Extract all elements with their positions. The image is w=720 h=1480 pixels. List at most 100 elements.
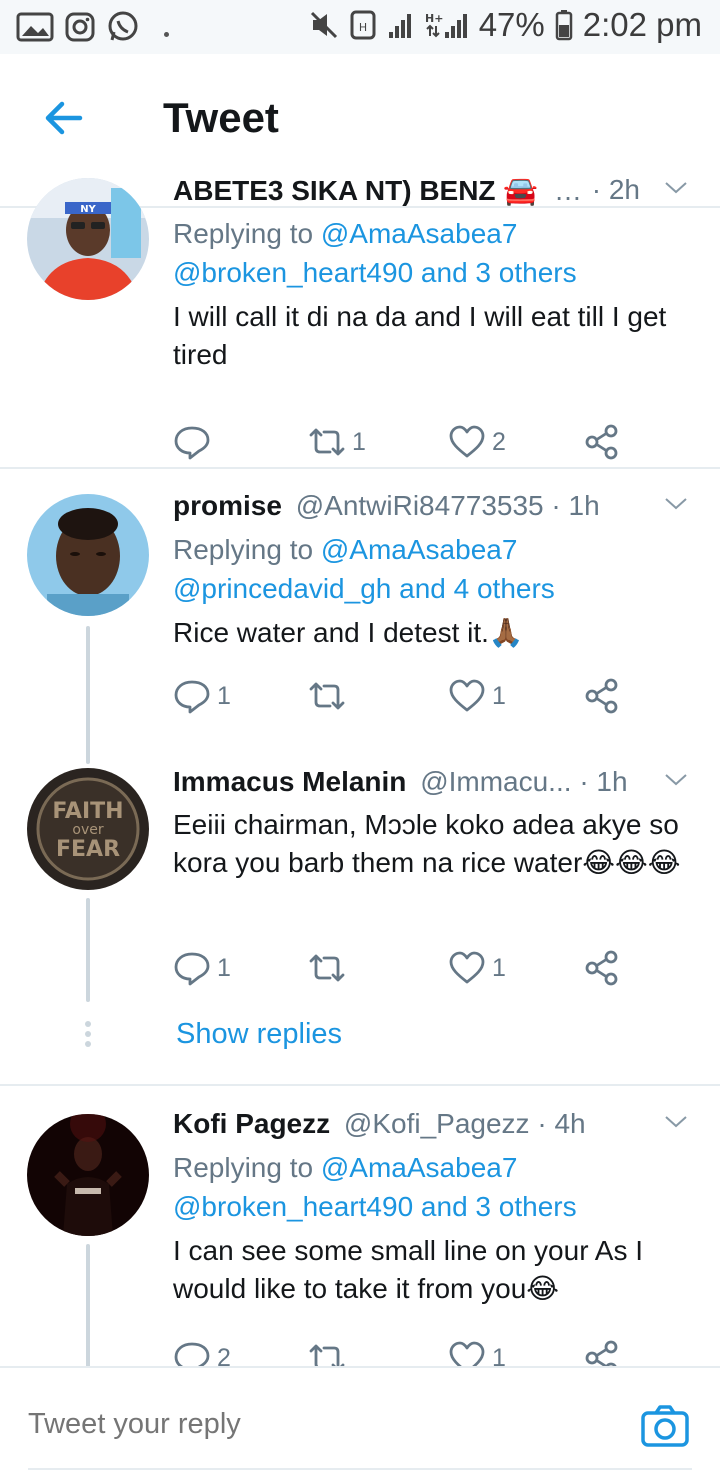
tweet-header: promise @AntwiRi84773535 · 1h bbox=[173, 490, 700, 530]
gallery-icon bbox=[16, 12, 54, 42]
status-left-icons bbox=[16, 10, 169, 44]
reply-icon bbox=[174, 952, 210, 986]
reply-button[interactable]: 1 bbox=[173, 678, 231, 714]
tweet-header: Immacus Melanin @Immacu... · 1h bbox=[173, 766, 700, 806]
display-name[interactable]: Kofi Pagezz bbox=[173, 1108, 330, 1139]
avatar[interactable]: NY bbox=[27, 178, 149, 300]
mention-others-link[interactable]: @broken_heart490 and 3 others bbox=[173, 1187, 700, 1226]
reply-icon bbox=[174, 1342, 210, 1366]
reply-button[interactable] bbox=[173, 424, 217, 460]
replying-to: Replying to @AmaAsabea7 bbox=[173, 214, 700, 253]
retweet-button[interactable] bbox=[308, 678, 352, 714]
reply-count: 1 bbox=[217, 953, 231, 982]
share-button[interactable] bbox=[583, 950, 621, 986]
retweet-button[interactable] bbox=[308, 950, 352, 986]
replying-prefix: Replying to bbox=[173, 218, 321, 249]
tweet-header: ABETE3 SIKA NT) BENZ 🚘 … · 2h bbox=[173, 174, 700, 214]
tweet[interactable]: NY ABETE3 SIKA NT) BENZ 🚘 … · 2h Replyin… bbox=[0, 174, 720, 464]
camera-icon[interactable] bbox=[640, 1404, 690, 1448]
like-count: 2 bbox=[492, 427, 506, 456]
retweet-count: 1 bbox=[352, 427, 366, 456]
show-replies-link[interactable]: Show replies bbox=[176, 1018, 342, 1051]
reply-button[interactable]: 1 bbox=[173, 950, 231, 986]
share-button[interactable] bbox=[583, 424, 621, 460]
tweet-text: I will call it di na da and I will eat t… bbox=[173, 301, 667, 370]
avatar[interactable] bbox=[27, 1114, 149, 1236]
reply-feed[interactable]: NY ABETE3 SIKA NT) BENZ 🚘 … · 2h Replyin… bbox=[0, 154, 720, 1366]
reply-icon bbox=[174, 680, 210, 714]
chevron-down-icon[interactable] bbox=[664, 1110, 688, 1134]
tweet[interactable]: Kofi Pagezz @Kofi_Pagezz · 4h Replying t… bbox=[0, 1108, 720, 1366]
reply-icon bbox=[174, 426, 210, 460]
replying-prefix: Replying to bbox=[173, 1152, 321, 1183]
like-count: 1 bbox=[492, 681, 506, 710]
page-title: Tweet bbox=[163, 94, 279, 141]
chevron-down-icon[interactable] bbox=[664, 176, 688, 200]
like-button[interactable]: 1 bbox=[448, 1340, 506, 1366]
like-button[interactable]: 2 bbox=[448, 424, 506, 460]
time-wrap: · 1h bbox=[551, 490, 600, 521]
retweet-button[interactable]: 1 bbox=[308, 424, 366, 460]
handle: @Kofi_Pagezz bbox=[343, 1108, 530, 1139]
time-wrap: · 1h bbox=[579, 766, 628, 797]
share-button[interactable] bbox=[583, 1340, 621, 1366]
mute-icon bbox=[310, 11, 337, 39]
tweet-actions: 1 2 bbox=[173, 424, 653, 464]
signal-icon bbox=[388, 14, 411, 38]
like-count: 1 bbox=[492, 953, 506, 982]
clock: 2:02 pm bbox=[582, 6, 702, 43]
tweet-content: promise @AntwiRi84773535 · 1h Replying t… bbox=[173, 490, 700, 652]
mention-link[interactable]: @AmaAsabea7 bbox=[321, 218, 518, 249]
tweet-actions: 1 1 bbox=[173, 678, 653, 718]
svg-text:H+: H+ bbox=[425, 12, 443, 25]
retweet-icon bbox=[309, 682, 345, 710]
retweet-icon bbox=[309, 954, 345, 982]
tweet-actions: 1 1 bbox=[173, 950, 653, 990]
avatar[interactable]: FAITH over FEAR bbox=[27, 768, 149, 890]
heart-icon bbox=[449, 679, 485, 712]
like-button[interactable]: 1 bbox=[448, 678, 506, 714]
heart-icon bbox=[449, 425, 485, 458]
thread-line bbox=[86, 626, 90, 764]
back-arrow-icon[interactable] bbox=[42, 97, 84, 139]
tweet[interactable]: FAITH over FEAR Immacus Melanin @Immacu.… bbox=[0, 766, 720, 1066]
share-icon bbox=[585, 1340, 618, 1366]
reply-composer bbox=[0, 1366, 720, 1480]
reply-input[interactable] bbox=[28, 1408, 588, 1441]
display-name[interactable]: Immacus Melanin bbox=[173, 766, 406, 797]
tweet-actions: 2 1 bbox=[173, 1340, 653, 1366]
nfc-icon: H bbox=[350, 10, 376, 40]
mention-link[interactable]: @AmaAsabea7 bbox=[321, 1152, 518, 1183]
notification-dot bbox=[164, 31, 169, 37]
avatar-text: over bbox=[72, 822, 103, 838]
display-name[interactable]: ABETE3 SIKA NT) BENZ 🚘 bbox=[173, 175, 538, 206]
tweet-divider bbox=[0, 1084, 720, 1086]
ht-signal-icon: H+ bbox=[425, 12, 467, 38]
svg-text:H: H bbox=[359, 21, 367, 34]
timestamp: 2h bbox=[608, 174, 640, 205]
mention-others-link[interactable]: @broken_heart490 and 3 others bbox=[173, 253, 700, 292]
tweet-content: Immacus Melanin @Immacu... · 1h Eeiii ch… bbox=[173, 766, 700, 882]
tweet[interactable]: promise @AntwiRi84773535 · 1h Replying t… bbox=[0, 490, 720, 764]
retweet-icon bbox=[309, 428, 345, 456]
share-icon bbox=[585, 678, 618, 714]
timestamp: 4h bbox=[554, 1108, 586, 1139]
tweet-content: ABETE3 SIKA NT) BENZ 🚘 … · 2h Replying t… bbox=[173, 174, 700, 374]
battery-percent: 47% bbox=[478, 6, 545, 43]
chevron-down-icon[interactable] bbox=[664, 768, 688, 792]
mention-link[interactable]: @AmaAsabea7 bbox=[321, 534, 518, 565]
like-button[interactable]: 1 bbox=[448, 950, 506, 986]
timestamp: 1h bbox=[596, 766, 628, 797]
retweet-button[interactable] bbox=[308, 1340, 352, 1366]
reply-button[interactable]: 2 bbox=[173, 1340, 231, 1366]
chevron-down-icon[interactable] bbox=[664, 492, 688, 516]
handle: … bbox=[553, 175, 582, 206]
share-button[interactable] bbox=[583, 678, 621, 714]
display-name[interactable]: promise bbox=[173, 490, 282, 521]
replying-to: Replying to @AmaAsabea7 bbox=[173, 530, 700, 569]
tweet-divider bbox=[0, 467, 720, 469]
status-bar: H H+ 47% 2:02 pm bbox=[0, 0, 720, 54]
handle: @Immacu... bbox=[420, 766, 572, 797]
mention-others-link[interactable]: @princedavid_gh and 4 others bbox=[173, 569, 700, 608]
avatar[interactable] bbox=[27, 494, 149, 616]
